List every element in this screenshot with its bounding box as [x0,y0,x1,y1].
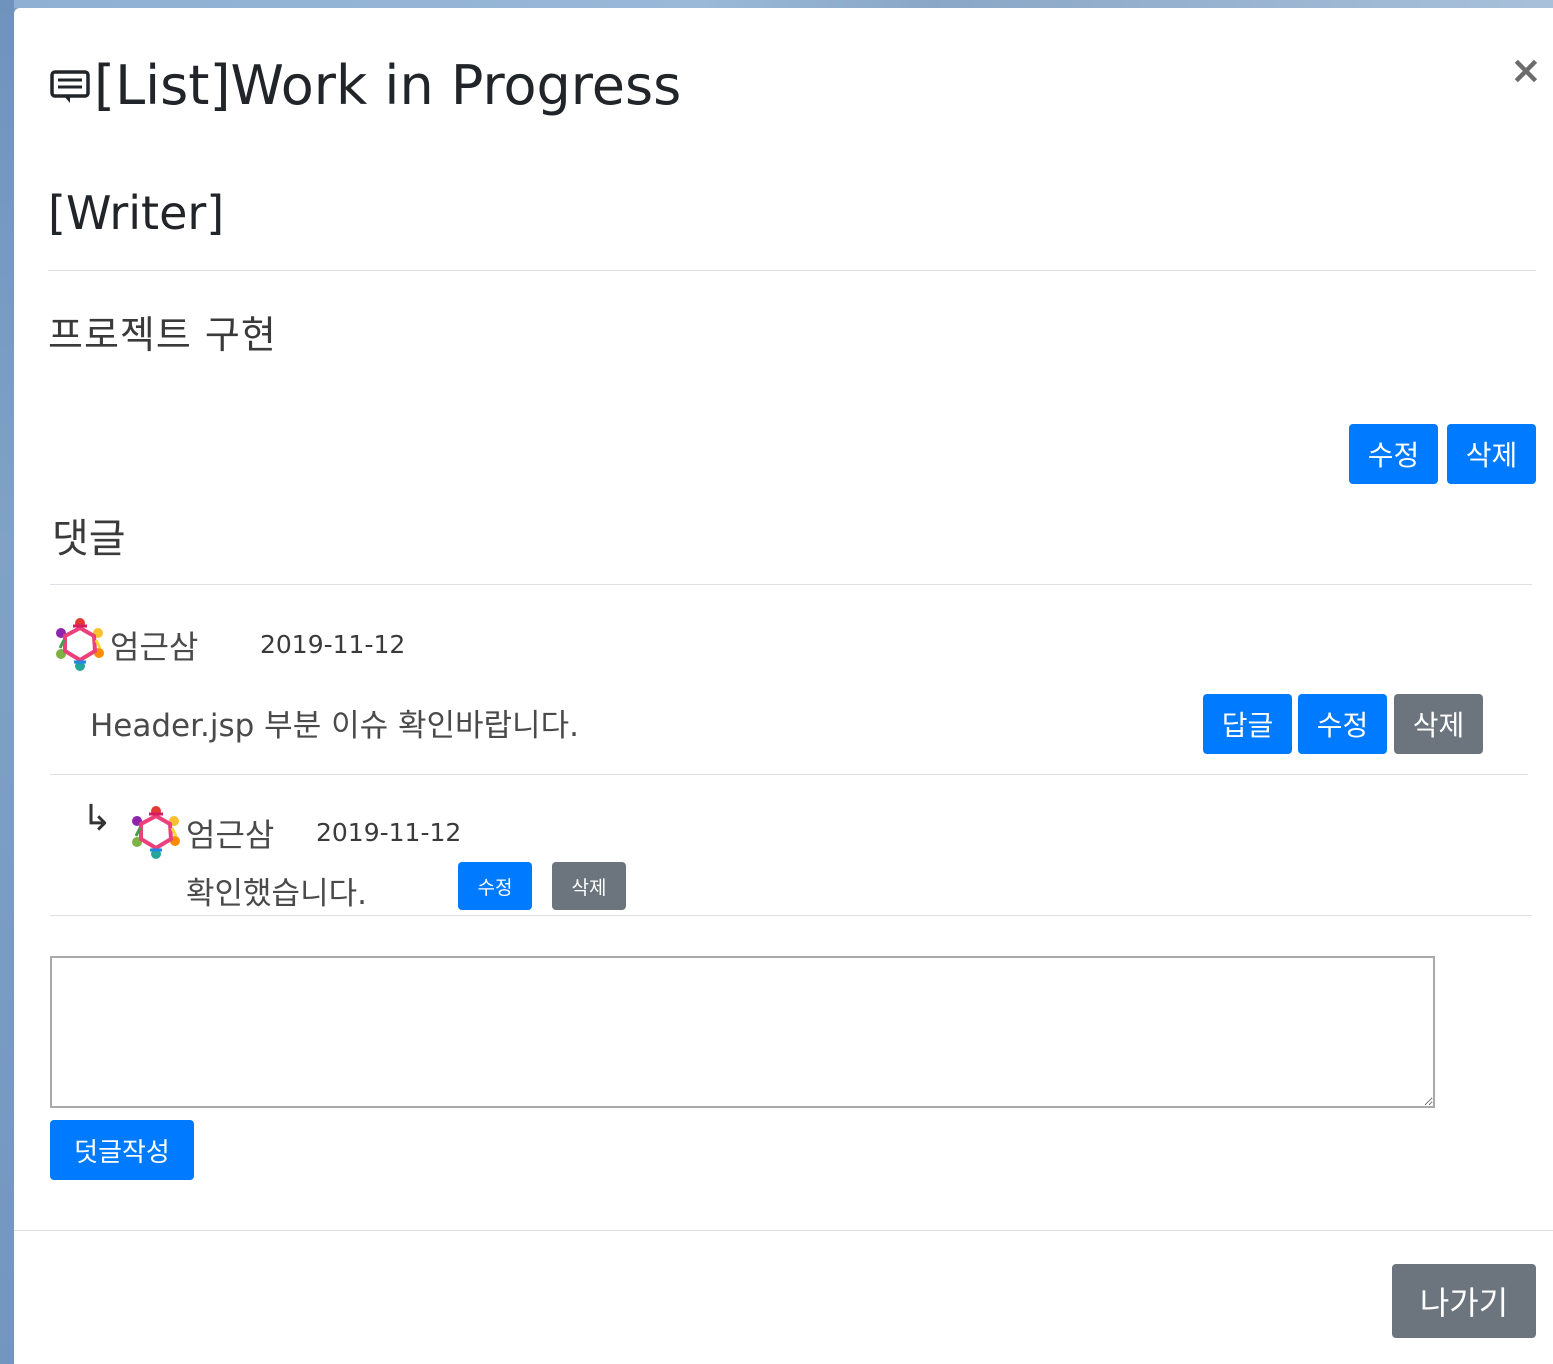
reply-text: 확인했습니다. [186,876,367,912]
avatar-icon [56,618,104,671]
comment-date: 2019-11-12 [260,630,406,659]
divider [48,270,1536,271]
reply-arrow-icon: ↳ [82,798,113,839]
comment-edit-button[interactable]: 수정 [1298,694,1387,754]
post-delete-button[interactable]: 삭제 [1447,424,1536,484]
reply-edit-button[interactable]: 수정 [458,862,532,910]
close-icon[interactable]: × [1510,48,1542,92]
avatar-icon [132,806,180,859]
comment-author: 엄근삼 [110,628,199,666]
post-edit-button[interactable]: 수정 [1349,424,1438,484]
detail-modal: [List]Work in Progress × [Writer] 프로젝트 구… [14,8,1553,1364]
divider [50,915,1532,916]
divider [50,584,1532,585]
exit-button[interactable]: 나가기 [1392,1264,1536,1338]
reply-date: 2019-11-12 [316,818,462,847]
modal-title-text: [List]Work in Progress [94,54,682,117]
comment-submit-button[interactable]: 덧글작성 [50,1120,194,1180]
post-content: 프로젝트 구현 [48,313,277,357]
writer-label: [Writer] [48,186,225,240]
divider [50,774,1528,775]
comments-title: 댓글 [52,516,126,562]
background-top [0,0,1553,8]
message-icon [50,69,90,103]
reply-author: 엄근삼 [186,816,275,854]
background-left [0,0,14,1364]
footer-divider [14,1230,1553,1231]
comment-delete-button[interactable]: 삭제 [1394,694,1483,754]
comment-reply-button[interactable]: 답글 [1203,694,1292,754]
comment-textarea[interactable] [50,956,1435,1108]
comment-text: Header.jsp 부분 이슈 확인바랍니다. [90,708,579,744]
modal-title: [List]Work in Progress [48,54,681,117]
reply-delete-button[interactable]: 삭제 [552,862,626,910]
